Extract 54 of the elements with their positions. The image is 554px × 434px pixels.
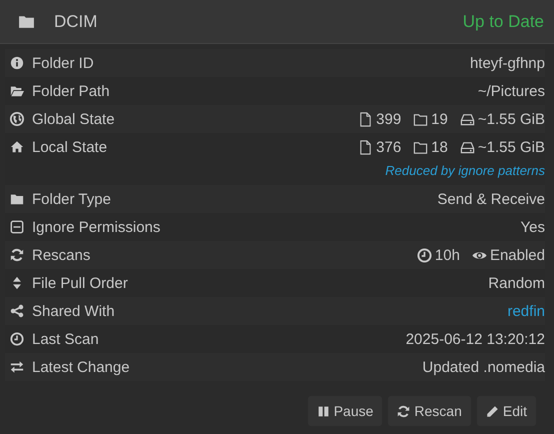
row-label: Latest Change	[32, 358, 130, 376]
row-label: File Pull Order	[32, 274, 128, 292]
action-button[interactable]: Rescan	[388, 396, 471, 426]
folder-name: DCIM	[54, 12, 98, 32]
info-icon	[10, 56, 24, 70]
row-label: Folder Type	[32, 190, 111, 208]
clock-icon	[416, 248, 432, 262]
folder-count: 18	[431, 138, 448, 156]
panel-header[interactable]: DCIM Up to Date	[0, 0, 554, 44]
share-icon	[10, 304, 24, 318]
watcher-state: Enabled	[490, 246, 545, 264]
row-value: Random	[488, 274, 545, 292]
row-value: ~/Pictures	[478, 82, 545, 100]
pencil-icon	[486, 404, 499, 418]
file-count: 399	[376, 110, 402, 128]
row-label: Ignore Permissions	[32, 218, 160, 236]
device-link[interactable]: redfin	[507, 302, 545, 320]
row-label: Local State	[32, 138, 108, 156]
size-value: ~1.55 GiB	[478, 138, 545, 156]
ignore-note: Reduced by ignore patterns	[384, 162, 545, 180]
file-icon	[358, 112, 374, 126]
folder-count: 19	[431, 110, 448, 128]
folder-icon	[10, 84, 24, 98]
clock-icon	[10, 332, 24, 346]
row-value: Yes	[520, 218, 545, 236]
drive-icon	[460, 112, 475, 126]
row-value: hteyf-gfhnp	[470, 54, 545, 72]
rescan-interval: 10h	[434, 246, 460, 264]
row-label: Folder ID	[32, 54, 94, 72]
home-icon	[10, 140, 24, 154]
row-label: Rescans	[32, 246, 90, 264]
refresh-icon	[10, 248, 24, 262]
pause-icon	[316, 404, 330, 418]
exchange-icon	[10, 360, 24, 374]
folder-icon	[10, 192, 24, 206]
folder-icon	[413, 112, 428, 126]
row-value: Updated .nomedia	[422, 358, 545, 376]
row-label: Last Scan	[32, 330, 99, 348]
file-icon	[358, 140, 374, 154]
row-label: Global State	[32, 110, 115, 128]
refresh-icon	[397, 404, 410, 418]
action-button[interactable]: Pause	[308, 396, 382, 426]
row-label: Folder Path	[32, 82, 110, 100]
row-value: 2025-06-12 13:20:12	[406, 330, 545, 348]
size-value: ~1.55 GiB	[478, 110, 545, 128]
row-value: Send & Receive	[437, 190, 545, 208]
folder-status: Up to Date	[462, 12, 544, 32]
drive-icon	[460, 140, 475, 154]
folder-icon	[18, 13, 35, 30]
folder-icon	[413, 140, 428, 154]
minus-square-icon	[10, 220, 24, 234]
row-label: Shared With	[32, 302, 115, 320]
file-count: 376	[376, 138, 402, 156]
action-button[interactable]: Edit	[476, 396, 536, 426]
